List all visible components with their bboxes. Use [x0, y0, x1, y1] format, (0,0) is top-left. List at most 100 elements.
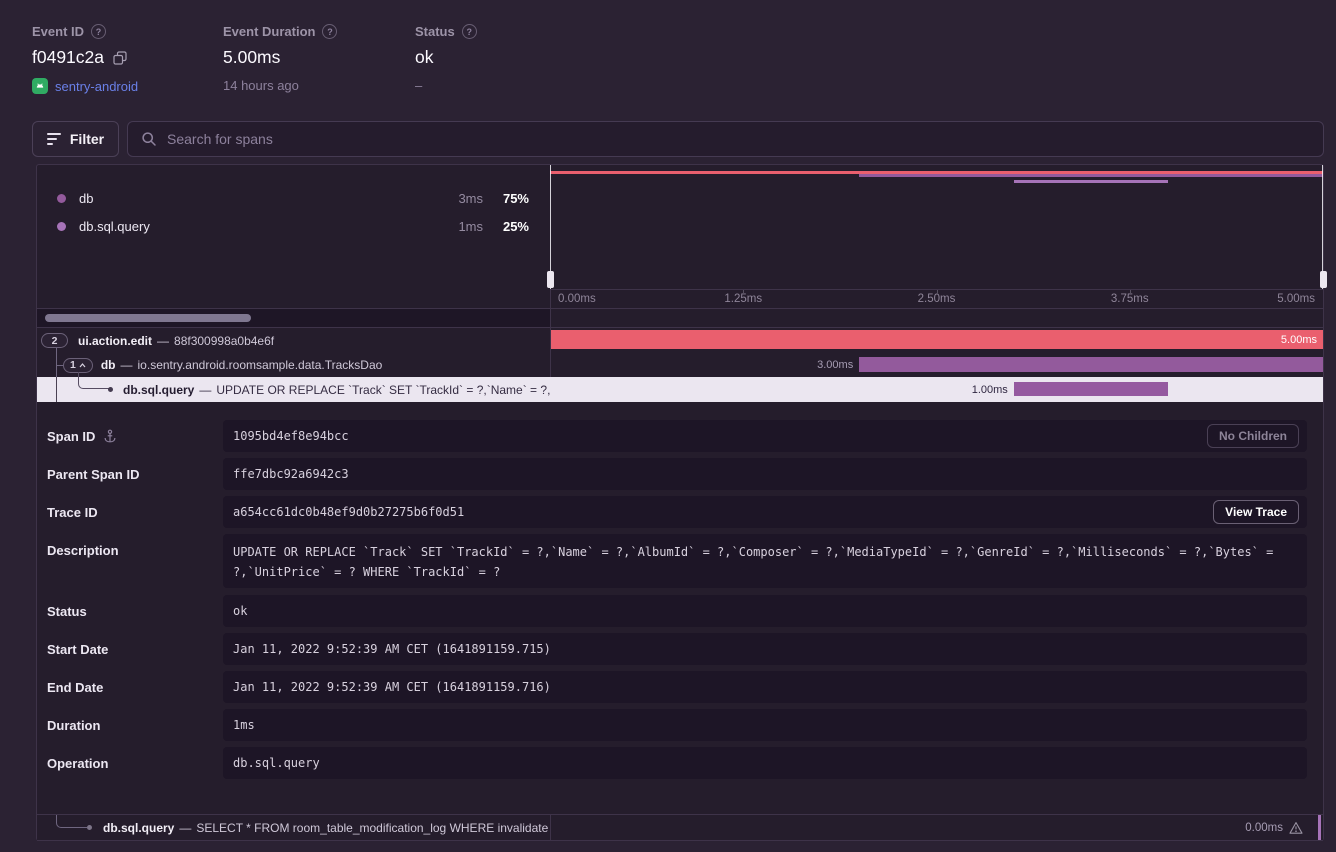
span-row-sibling-db-sql-query[interactable]: db.sql.query — SELECT * FROM room_table_…: [37, 814, 1323, 841]
children-count-pill[interactable]: 2: [41, 333, 68, 348]
legend-duration: 1ms: [458, 219, 483, 234]
operation-field-value: db.sql.query: [223, 747, 1307, 779]
chevron-up-icon: [79, 363, 86, 368]
name-column-scroll-band: [37, 308, 1323, 328]
help-icon[interactable]: ?: [322, 24, 337, 39]
span-search-bar: [127, 121, 1324, 157]
minimap-span-db: [859, 174, 1323, 177]
scrollbar-thumb[interactable]: [45, 314, 251, 322]
filter-button[interactable]: Filter: [32, 121, 119, 157]
legend-percent: 75%: [503, 191, 529, 206]
anchor-icon[interactable]: [103, 429, 117, 443]
dash-separator: —: [157, 334, 169, 348]
minimap-left-handle[interactable]: [547, 271, 554, 288]
span-op: db: [101, 358, 116, 372]
tree-line-vertical: [56, 348, 57, 377]
project-link[interactable]: sentry-android: [55, 79, 138, 94]
parent-span-id-value: ffe7dbc92a6942c3: [223, 458, 1307, 490]
field-label: Operation: [47, 756, 108, 771]
start-date-value: Jan 11, 2022 9:52:39 AM CET (1641891159.…: [223, 633, 1307, 665]
event-duration-block: Event Duration ? 5.00ms 14 hours ago: [223, 24, 337, 93]
span-duration-label: 1.00ms: [972, 377, 1008, 402]
field-label: Parent Span ID: [47, 467, 139, 482]
span-op: db.sql.query: [123, 383, 194, 397]
span-tree: 2 ui.action.edit — 88f300998a0b4e6f 5.00…: [37, 328, 1323, 402]
axis-tick-label: 2.50ms: [918, 293, 956, 305]
duration-field-value: 1ms: [223, 709, 1307, 741]
span-detail-page: Event ID ? f0491c2a sentry-android Event…: [0, 0, 1336, 852]
span-row-ui-action-edit[interactable]: 2 ui.action.edit — 88f300998a0b4e6f 5.00…: [37, 328, 1323, 353]
collapse-children-pill[interactable]: 1: [63, 358, 93, 373]
span-description: UPDATE OR REPLACE `Track` SET `TrackId` …: [216, 383, 550, 397]
time-axis: 0.00ms 1.25ms 2.50ms 3.75ms 5.00ms: [550, 289, 1323, 308]
android-project-icon: [32, 78, 48, 94]
scrollbar-track[interactable]: [37, 309, 550, 327]
detail-row-parent-span-id: Parent Span ID ffe7dbc92a6942c3: [47, 458, 1307, 490]
tree-node-dot: [87, 825, 92, 830]
span-bar-db-sql-query[interactable]: [1014, 382, 1169, 396]
filter-button-label: Filter: [70, 131, 104, 147]
filter-icon: [47, 133, 61, 145]
detail-row-start-date: Start Date Jan 11, 2022 9:52:39 AM CET (…: [47, 633, 1307, 665]
tree-line-vertical: [56, 377, 57, 402]
axis-tick-label: 5.00ms: [1277, 293, 1315, 305]
event-id-label-text: Event ID: [32, 24, 84, 39]
search-icon: [141, 131, 157, 147]
axis-tick-label: 0.00ms: [558, 293, 596, 305]
event-duration-label-text: Event Duration: [223, 24, 315, 39]
span-row-db[interactable]: 1 db — io.sentry.android.roomsample.data…: [37, 353, 1323, 377]
legend-duration: 3ms: [458, 191, 483, 206]
trace-view-panel: db 3ms 75% db.sql.query 1ms 25% 0.00ms 1…: [36, 164, 1324, 841]
trace-minimap[interactable]: [550, 165, 1323, 289]
span-bar-db[interactable]: [859, 357, 1323, 372]
minimap-span-db-sql-query: [1014, 180, 1169, 183]
help-icon[interactable]: ?: [462, 24, 477, 39]
detail-row-trace-id: Trace ID a654cc61dc0b48ef9d0b27275b6f0d5…: [47, 496, 1307, 528]
status-sub: –: [415, 78, 422, 93]
minimap-right-handle[interactable]: [1320, 271, 1327, 288]
field-label: End Date: [47, 680, 103, 695]
axis-tick-label: 1.25ms: [724, 293, 762, 305]
field-label: Start Date: [47, 642, 108, 657]
event-duration-value: 5.00ms: [223, 47, 280, 68]
legend-item-db-sql-query[interactable]: db.sql.query 1ms 25%: [37, 217, 550, 235]
dash-separator: —: [179, 821, 191, 835]
event-id-label: Event ID ?: [32, 24, 138, 39]
event-id-block: Event ID ? f0491c2a sentry-android: [32, 24, 138, 94]
span-op: ui.action.edit: [78, 334, 152, 348]
status-label-text: Status: [415, 24, 455, 39]
detail-row-span-id: Span ID 1095bd4ef8e94bcc No Children: [47, 420, 1307, 452]
tree-node-dot: [108, 387, 113, 392]
span-id-value: 1095bd4ef8e94bcc: [223, 420, 1307, 452]
view-trace-button[interactable]: View Trace: [1213, 500, 1299, 524]
tree-elbow-connector: [56, 815, 87, 828]
no-children-button[interactable]: No Children: [1207, 424, 1299, 448]
event-id-value: f0491c2a: [32, 47, 104, 68]
status-field-value: ok: [223, 595, 1307, 627]
legend-item-db[interactable]: db 3ms 75%: [37, 189, 550, 207]
span-bar-ui-action-edit[interactable]: 5.00ms: [550, 330, 1323, 349]
field-label: Status: [47, 604, 87, 619]
description-value: UPDATE OR REPLACE `Track` SET `TrackId` …: [223, 534, 1307, 582]
span-row-db-sql-query-selected[interactable]: db.sql.query — UPDATE OR REPLACE `Track`…: [37, 377, 1323, 402]
tree-elbow-connector: [78, 372, 109, 389]
span-description: 88f300998a0b4e6f: [174, 334, 274, 348]
dash-separator: —: [121, 358, 133, 372]
detail-row-duration: Duration 1ms: [47, 709, 1307, 741]
op-color-dot: [57, 222, 66, 231]
warning-icon: [1289, 821, 1303, 835]
span-description: io.sentry.android.roomsample.data.Tracks…: [138, 358, 383, 372]
status-block: Status ? ok –: [415, 24, 477, 93]
tree-line-stub: [57, 365, 63, 366]
help-icon[interactable]: ?: [91, 24, 106, 39]
span-op: db.sql.query: [103, 821, 174, 835]
detail-row-end-date: End Date Jan 11, 2022 9:52:39 AM CET (16…: [47, 671, 1307, 703]
field-label: Trace ID: [47, 505, 98, 520]
field-label: Duration: [47, 718, 100, 733]
event-age: 14 hours ago: [223, 78, 299, 93]
end-date-value: Jan 11, 2022 9:52:39 AM CET (1641891159.…: [223, 671, 1307, 703]
legend-op-label: db: [79, 191, 93, 206]
copy-icon[interactable]: [113, 51, 127, 65]
detail-row-status: Status ok: [47, 595, 1307, 627]
search-input[interactable]: [167, 131, 1310, 147]
